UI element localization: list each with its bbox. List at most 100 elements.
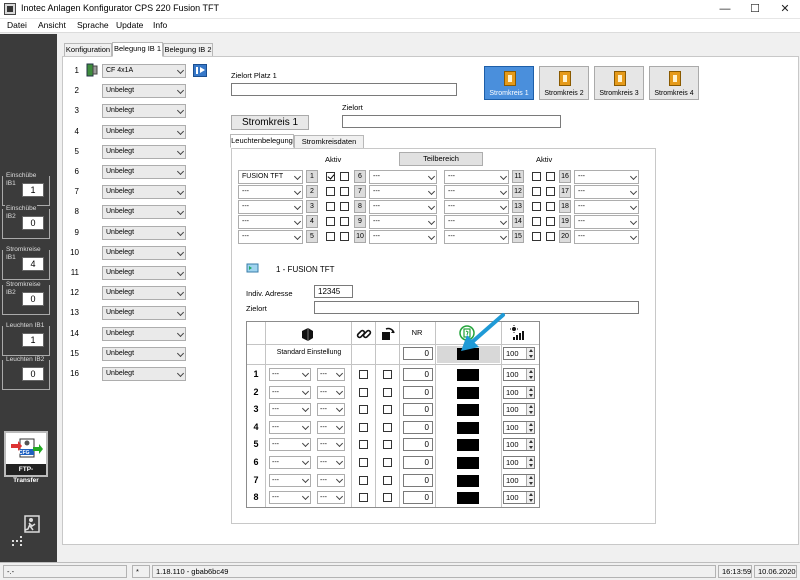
- maximize-button[interactable]: ☐: [740, 0, 770, 19]
- grid-row-select-a[interactable]: ---: [269, 403, 311, 417]
- slot-go-button[interactable]: [193, 64, 207, 77]
- grid-row-select-a[interactable]: ---: [269, 438, 311, 452]
- slot-select[interactable]: CF 4x1A: [102, 64, 186, 78]
- grid-row-select-b[interactable]: ---: [317, 403, 345, 417]
- leuchte-type-select[interactable]: ---: [238, 215, 303, 229]
- grid-row-nr-input[interactable]: 0: [403, 385, 433, 399]
- leuchte-aktiv-checkbox[interactable]: [326, 202, 335, 211]
- grid-row-select-a[interactable]: ---: [269, 491, 311, 505]
- slot-select[interactable]: Unbelegt: [102, 245, 186, 260]
- grid-row-link-checkbox[interactable]: [359, 458, 368, 467]
- leuchte-right-checkbox-b[interactable]: [546, 217, 555, 226]
- grid-row-nr-input[interactable]: 0: [403, 456, 433, 469]
- leuchte-right-checkbox-a[interactable]: [532, 172, 541, 181]
- slot-select[interactable]: Unbelegt: [102, 266, 186, 280]
- slot-select[interactable]: Unbelegt: [102, 205, 186, 220]
- grid-row-pct-spinner[interactable]: 100: [503, 420, 535, 434]
- leuchte-mid-select[interactable]: ---: [369, 230, 437, 244]
- grid-row-select-b[interactable]: ---: [317, 491, 345, 505]
- grid-row-copy-checkbox[interactable]: [383, 405, 392, 415]
- tab-konfiguration[interactable]: Konfiguration: [64, 43, 112, 57]
- leuchte-checkbox-b[interactable]: [340, 202, 349, 211]
- leuchte-type-select[interactable]: ---: [238, 185, 303, 199]
- leuchte-right-select[interactable]: ---: [444, 215, 509, 229]
- leuchte-right-checkbox-b[interactable]: [546, 232, 555, 241]
- leuchte-far-select[interactable]: ---: [574, 170, 639, 184]
- zielort-input[interactable]: [342, 115, 561, 128]
- slot-select[interactable]: Unbelegt: [102, 165, 186, 179]
- tab-belegung-ib2[interactable]: Belegung IB 2: [163, 43, 213, 57]
- grid-row-pct-spinner[interactable]: 100: [503, 491, 535, 505]
- leuchte-far-select[interactable]: ---: [574, 230, 639, 244]
- grid-row-pct-spinner[interactable]: 100: [503, 456, 535, 469]
- slot-select[interactable]: Unbelegt: [102, 286, 186, 301]
- leuchte-right-checkbox-b[interactable]: [546, 202, 555, 211]
- slot-select[interactable]: Unbelegt: [102, 104, 186, 119]
- grid-row-select-b[interactable]: ---: [317, 420, 345, 434]
- grid-row-pct-spinner[interactable]: 100: [503, 385, 535, 399]
- leuchte-far-select[interactable]: ---: [574, 215, 639, 229]
- leuchte-right-checkbox-b[interactable]: [546, 187, 555, 196]
- tab-stromkreisdaten[interactable]: Stromkreisdaten: [294, 135, 364, 149]
- grid-row-link-checkbox[interactable]: [359, 370, 368, 379]
- tab-leuchtenbelegung[interactable]: Leuchtenbelegung: [230, 134, 294, 148]
- close-button[interactable]: ✕: [770, 0, 800, 19]
- indiv-adresse-input[interactable]: 12345: [314, 285, 353, 298]
- grid-row-select-a[interactable]: ---: [269, 368, 311, 381]
- grid-row-nr-input[interactable]: 0: [403, 368, 433, 381]
- grid-row-select-b[interactable]: ---: [317, 456, 345, 469]
- grid-row-copy-checkbox[interactable]: [383, 493, 392, 503]
- grid-row-pct-spin-buttons[interactable]: [526, 404, 534, 416]
- leuchte-right-select[interactable]: ---: [444, 185, 509, 199]
- slot-select[interactable]: Unbelegt: [102, 326, 186, 341]
- leuchte-mid-select[interactable]: ---: [369, 200, 437, 214]
- grid-row-pct-spinner[interactable]: 100: [503, 438, 535, 452]
- leuchte-checkbox-b[interactable]: [340, 232, 349, 241]
- menu-ansicht[interactable]: Ansicht: [38, 20, 66, 30]
- grid-row-copy-checkbox[interactable]: [383, 370, 392, 379]
- menu-datei[interactable]: Datei: [7, 20, 27, 30]
- slot-select[interactable]: Unbelegt: [102, 185, 186, 200]
- leuchte-right-select[interactable]: ---: [444, 230, 509, 244]
- leuchte-far-select[interactable]: ---: [574, 200, 639, 214]
- grid-row-nr-input[interactable]: 0: [403, 438, 433, 452]
- slot-select[interactable]: Unbelegt: [102, 225, 186, 240]
- leuchte-type-select[interactable]: ---: [238, 200, 303, 214]
- grid-row-nr-input[interactable]: 0: [403, 403, 433, 417]
- leuchte-mid-select[interactable]: ---: [369, 185, 437, 199]
- slot-select[interactable]: Unbelegt: [102, 346, 186, 361]
- standard-nr-input[interactable]: 0: [403, 347, 433, 360]
- grid-row-nr-input[interactable]: 0: [403, 491, 433, 505]
- grid-row-link-checkbox[interactable]: [359, 440, 368, 450]
- leuchte-aktiv-checkbox[interactable]: [326, 172, 335, 181]
- leuchte-checkbox-b[interactable]: [340, 187, 349, 196]
- grid-row-nr-input[interactable]: 0: [403, 473, 433, 487]
- grid-row-select-b[interactable]: ---: [317, 385, 345, 399]
- grid-row-select-a[interactable]: ---: [269, 420, 311, 434]
- grid-row-select-b[interactable]: ---: [317, 438, 345, 452]
- grid-row-copy-checkbox[interactable]: [383, 475, 392, 485]
- leuchte-mid-select[interactable]: ---: [369, 170, 437, 184]
- grid-row-copy-checkbox[interactable]: [383, 458, 392, 467]
- teilbereich-button[interactable]: Teilbereich: [399, 152, 483, 166]
- leuchte-right-select[interactable]: ---: [444, 200, 509, 214]
- slot-select[interactable]: Unbelegt: [102, 144, 186, 159]
- tab-belegung-ib1[interactable]: Belegung IB 1: [112, 42, 163, 57]
- menu-info[interactable]: Info: [153, 20, 167, 30]
- grid-row-select-b[interactable]: ---: [317, 368, 345, 381]
- standard-pct-spinner[interactable]: 100: [503, 347, 535, 360]
- leuchte-right-checkbox-a[interactable]: [532, 217, 541, 226]
- grid-row-pct-spinner[interactable]: 100: [503, 368, 535, 381]
- menu-sprache[interactable]: Sprache: [77, 20, 109, 30]
- leuchte-mid-select[interactable]: ---: [369, 215, 437, 229]
- leuchte-far-select[interactable]: ---: [574, 185, 639, 199]
- minimize-button[interactable]: —: [710, 0, 740, 19]
- grid-row-link-checkbox[interactable]: [359, 493, 368, 503]
- zielort-platz-input[interactable]: [231, 83, 457, 96]
- leuchte-aktiv-checkbox[interactable]: [326, 187, 335, 196]
- grid-row-pct-spin-buttons[interactable]: [526, 421, 534, 433]
- leuchte-right-checkbox-a[interactable]: [532, 202, 541, 211]
- grid-row-pct-spin-buttons[interactable]: [526, 492, 534, 504]
- grid-row-copy-checkbox[interactable]: [383, 440, 392, 450]
- standard-pct-spin-buttons[interactable]: [526, 348, 534, 359]
